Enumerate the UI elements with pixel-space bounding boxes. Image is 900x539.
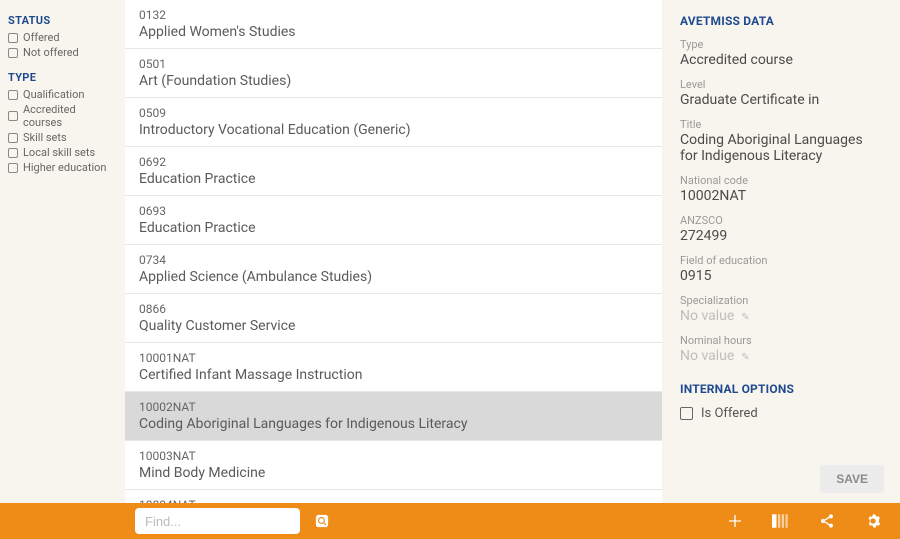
filter-label: Qualification [23,88,84,101]
list-item-code: 0501 [139,57,648,71]
list-item[interactable]: 10002NAT Coding Aboriginal Languages for … [125,392,662,441]
list-item-title: Mind Body Medicine [139,465,648,481]
anzsco-field-value[interactable]: 272499 [680,228,882,244]
columns-button[interactable] [770,510,792,532]
checkbox-icon [8,111,18,121]
list-item-code: 0866 [139,302,648,316]
is-offered-label: Is Offered [701,406,758,421]
columns-icon [772,514,790,528]
avetmiss-heading: AVETMISS DATA [680,14,882,28]
list-item[interactable]: 10003NAT Mind Body Medicine [125,441,662,490]
list-item-title: Art (Foundation Studies) [139,73,648,89]
title-field-label: Title [680,118,882,131]
filter-status-offered[interactable]: Offered [8,31,117,44]
list-item-title: Quality Customer Service [139,318,648,334]
filter-label: Not offered [23,46,79,59]
filter-label: Accredited courses [23,103,117,129]
checkbox-icon [8,90,18,100]
list-item-code: 0734 [139,253,648,267]
plus-icon [727,513,743,529]
list-item-code: 10001NAT [139,351,648,365]
specialization-field-value[interactable]: No value [680,308,734,324]
filter-label: Offered [23,31,60,44]
type-field-value[interactable]: Accredited course [680,52,882,68]
filter-type-qualification[interactable]: Qualification [8,88,117,101]
checkbox-icon [8,148,18,158]
list-item[interactable]: 0734 Applied Science (Ambulance Studies) [125,245,662,294]
course-list: 0132 Applied Women's Studies 0501 Art (Foun… [125,0,662,503]
list-item[interactable]: 0509 Introductory Vocational Education (G… [125,98,662,147]
filter-type-higher-education[interactable]: Higher education [8,161,117,174]
national-code-field-label: National code [680,174,882,187]
list-item[interactable]: 10001NAT Certified Infant Massage Instruc… [125,343,662,392]
list-item-code: 0509 [139,106,648,120]
share-button[interactable] [816,510,838,532]
list-item[interactable]: 0501 Art (Foundation Studies) [125,49,662,98]
list-item-title: Education Practice [139,171,648,187]
checkbox-icon [8,163,18,173]
add-button[interactable] [724,510,746,532]
title-field-value[interactable]: Coding Aboriginal Languages for Indigeno… [680,132,882,164]
list-item-title: Certified Infant Massage Instruction [139,367,648,383]
filter-label: Local skill sets [23,146,95,159]
list-item-title: Education Practice [139,220,648,236]
nominal-hours-field-value[interactable]: No value [680,348,734,364]
list-item[interactable]: 0692 Education Practice [125,147,662,196]
list-item-title: Introductory Vocational Education (Gener… [139,122,648,138]
list-item[interactable]: 0132 Applied Women's Studies [125,0,662,49]
pencil-icon[interactable]: ✎ [741,352,749,363]
list-item[interactable]: 0693 Education Practice [125,196,662,245]
gear-icon [865,513,881,529]
checkbox-icon [8,33,18,43]
settings-button[interactable] [862,510,884,532]
list-item-code: 10003NAT [139,449,648,463]
detail-panel: AVETMISS DATA Type Accredited course Lev… [662,0,900,503]
list-item-title: Applied Science (Ambulance Studies) [139,269,648,285]
status-heading: STATUS [8,14,117,27]
checkbox-icon [680,407,693,420]
nominal-hours-field-label: Nominal hours [680,334,882,347]
list-item-title: Coding Aboriginal Languages for Indigeno… [139,416,648,432]
search-zoom-button[interactable] [310,509,334,533]
specialization-field-label: Specialization [680,294,882,307]
list-item-title: Applied Women's Studies [139,24,648,40]
filter-status-not-offered[interactable]: Not offered [8,46,117,59]
list-item-code: 10002NAT [139,400,648,414]
filter-sidebar: STATUS Offered Not offered TYPE Qualific… [0,0,125,503]
share-icon [819,513,835,529]
filter-type-accredited[interactable]: Accredited courses [8,103,117,129]
internal-options-heading: INTERNAL OPTIONS [680,382,882,396]
filter-label: Higher education [23,161,107,174]
national-code-field-value[interactable]: 10002NAT [680,188,882,204]
find-box[interactable] [135,508,300,534]
list-item[interactable]: 0866 Quality Customer Service [125,294,662,343]
anzsco-field-label: ANZSCO [680,214,882,227]
list-item-code: 0132 [139,8,648,22]
type-heading: TYPE [8,71,117,84]
bottom-toolbar [0,503,900,539]
pencil-icon[interactable]: ✎ [741,312,749,323]
checkbox-icon [8,133,18,143]
type-field-label: Type [680,38,882,51]
foe-field-value[interactable]: 0915 [680,268,882,284]
filter-type-local-skill-sets[interactable]: Local skill sets [8,146,117,159]
level-field-value[interactable]: Graduate Certificate in [680,92,882,108]
save-button[interactable]: SAVE [820,465,884,493]
filter-label: Skill sets [23,131,67,144]
search-icon [315,514,329,528]
find-input[interactable] [145,514,290,529]
list-item-code: 0692 [139,155,648,169]
level-field-label: Level [680,78,882,91]
is-offered-checkbox[interactable]: Is Offered [680,406,882,421]
checkbox-icon [8,48,18,58]
foe-field-label: Field of education [680,254,882,267]
filter-type-skill-sets[interactable]: Skill sets [8,131,117,144]
list-item-code: 0693 [139,204,648,218]
list-item[interactable]: 10004NATIndigenous Leadership [125,490,662,503]
